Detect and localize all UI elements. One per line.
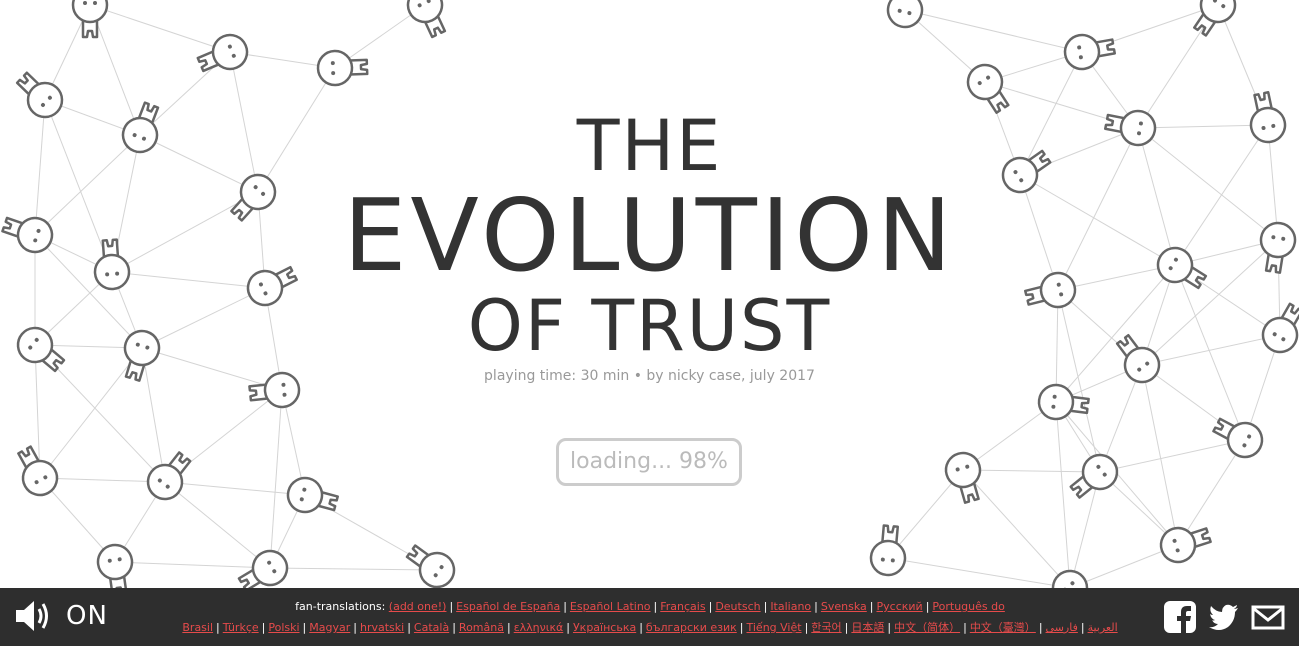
separator: |	[216, 621, 220, 634]
separator: |	[506, 621, 511, 634]
translation-link[interactable]: Español Latino	[570, 600, 651, 613]
translation-link[interactable]: hrvatski	[360, 621, 404, 634]
translation-link[interactable]: Italiano	[770, 600, 811, 613]
separator: |	[1038, 621, 1043, 634]
translation-link[interactable]: Deutsch	[715, 600, 760, 613]
translations-label: fan-translations:	[295, 600, 386, 613]
separator: |	[887, 621, 892, 634]
separator: |	[844, 621, 849, 634]
figure-icon	[1159, 526, 1212, 564]
separator: |	[739, 621, 744, 634]
separator: |	[869, 600, 874, 613]
translation-link[interactable]: Tiếng Việt	[746, 621, 801, 634]
figure-icon	[1212, 417, 1264, 459]
figure-icon	[869, 524, 907, 577]
facebook-icon[interactable]	[1163, 600, 1197, 634]
figure-icon	[96, 543, 134, 588]
separator: |	[653, 600, 658, 613]
translation-link[interactable]: Türkçe	[223, 621, 259, 634]
title-line-evolution: EVOLUTION	[343, 177, 956, 294]
figure-icon	[944, 451, 982, 504]
translation-link[interactable]: 中文（臺灣）	[970, 621, 1036, 634]
translation-link[interactable]: български език	[646, 621, 737, 634]
separator: |	[563, 600, 567, 613]
sound-toggle[interactable]: ON	[12, 598, 108, 634]
title-line-of-trust: OF TRUST	[467, 285, 832, 367]
separator: |	[814, 600, 818, 613]
translation-link[interactable]: 中文（简体）	[894, 621, 960, 634]
separator: |	[804, 621, 809, 634]
translation-link[interactable]: العربية	[1088, 621, 1118, 634]
figure-icon	[1193, 0, 1237, 37]
title-line-the: THE	[576, 105, 723, 187]
social-links	[1163, 600, 1285, 634]
translation-link[interactable]: Polski	[268, 621, 299, 634]
twitter-icon[interactable]	[1207, 600, 1241, 634]
translation-link[interactable]: Català	[414, 621, 449, 634]
translation-link[interactable]: Svenska	[821, 600, 867, 613]
separator: |	[963, 621, 967, 634]
separator: |	[708, 600, 713, 613]
figure-icon	[17, 445, 59, 497]
separator: |	[407, 621, 411, 634]
figure-icon	[237, 549, 289, 588]
add-translation-link[interactable]: (add one!)	[389, 600, 447, 613]
separator: |	[639, 621, 643, 634]
separator: |	[1080, 621, 1085, 634]
figure-icon	[1037, 383, 1090, 421]
separator: |	[452, 621, 456, 634]
separator: |	[566, 621, 570, 634]
figure-icon	[405, 544, 456, 588]
speaker-icon	[16, 601, 48, 631]
footer-bar: ON fan-translations: (add one!) | Español …	[0, 588, 1299, 646]
translation-link[interactable]: فارسی	[1046, 621, 1078, 634]
figure-icon	[196, 33, 249, 73]
separator: |	[353, 621, 357, 634]
figure-icon	[406, 0, 447, 39]
figure-icon	[316, 49, 369, 87]
email-icon[interactable]	[1251, 600, 1285, 634]
figure-icon	[146, 451, 192, 501]
translation-link[interactable]: ελληνικά	[514, 621, 564, 634]
separator: |	[925, 600, 930, 613]
figure-icon	[71, 0, 109, 39]
translation-link[interactable]: Română	[459, 621, 504, 634]
translation-link[interactable]: Español de España	[456, 600, 560, 613]
translation-link[interactable]: 한국어	[811, 621, 841, 634]
separator: |	[302, 621, 307, 634]
figure-icon	[286, 476, 339, 514]
translation-link[interactable]: Українська	[573, 621, 636, 634]
figure-icon	[1069, 453, 1119, 499]
sound-state-label: ON	[66, 601, 108, 631]
figure-icon	[1063, 33, 1116, 71]
translation-link[interactable]: 日本語	[851, 621, 884, 634]
translation-link[interactable]: Русский	[877, 600, 923, 613]
subtitle: playing time: 30 min • by nicky case, ju…	[484, 368, 815, 384]
separator: |	[261, 621, 266, 634]
translations-list: fan-translations: (add one!) | Español de …	[182, 600, 1118, 634]
loading-indicator: loading... 98%	[556, 438, 742, 486]
separator: |	[763, 600, 768, 613]
translation-link[interactable]: Magyar	[309, 621, 350, 634]
translation-link[interactable]: Français	[660, 600, 705, 613]
